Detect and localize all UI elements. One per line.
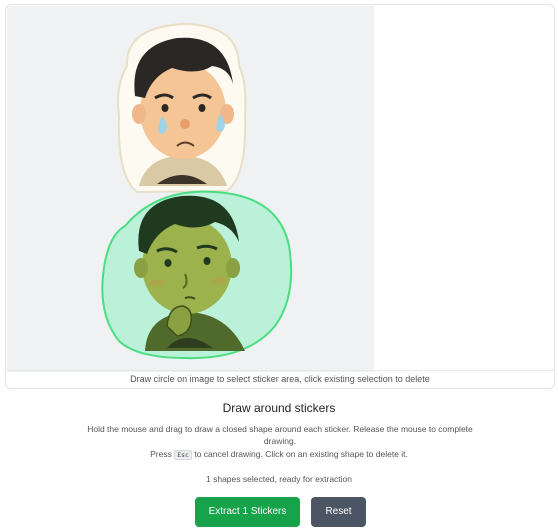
canvas-caption: Draw circle on image to select sticker a… <box>6 370 554 388</box>
drawing-canvas[interactable] <box>7 6 374 372</box>
press-label: Press <box>150 449 172 459</box>
esc-instruction-text: to cancel drawing. Click on an existing … <box>194 449 408 459</box>
sticker-sad-boy <box>117 22 247 194</box>
sticker-image <box>101 22 293 360</box>
esc-instruction: Press Esc to cancel drawing. Click on an… <box>0 449 558 460</box>
sticker-thinking-boy <box>101 190 293 360</box>
extract-stickers-button[interactable]: Extract 1 Stickers <box>195 497 300 527</box>
selection-status: 1 shapes selected, ready for extraction <box>206 474 352 484</box>
instruction-text: Hold the mouse and drag to draw a closed… <box>87 424 473 446</box>
reset-button[interactable]: Reset <box>311 497 366 527</box>
esc-key: Esc <box>174 450 192 460</box>
panel-title: Draw around stickers <box>222 401 336 415</box>
image-canvas-card: Draw circle on image to select sticker a… <box>5 4 555 389</box>
